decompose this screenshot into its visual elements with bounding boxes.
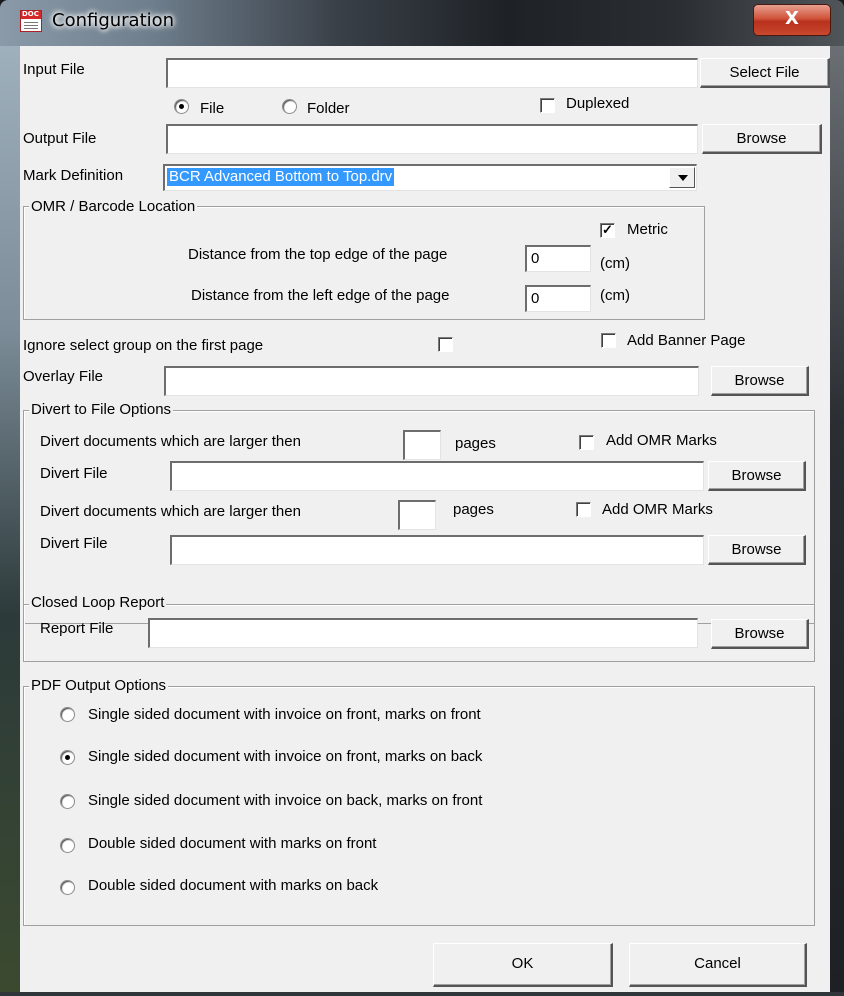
folder-radio-label: Folder [307,100,350,117]
ignore-select-checkbox[interactable] [438,337,453,352]
divert-larger-label-2: Divert documents which are larger then [40,503,301,520]
metric-label: Metric [627,221,668,238]
mark-definition-label: Mark Definition [23,167,124,184]
add-banner-label: Add Banner Page [627,332,746,349]
pdf-option-label-3: Single sided document with invoice on ba… [88,792,483,809]
duplexed-label: Duplexed [566,95,630,112]
add-banner-checkbox[interactable] [601,333,616,348]
window-frame-bottom [0,992,844,996]
left-unit-label: (cm) [600,287,630,304]
divert-pages-field-2[interactable] [398,500,436,530]
ignore-select-label: Ignore select group on the first page [23,337,264,354]
divert-file-label-1: Divert File [40,465,108,482]
pdf-option-radio-3[interactable] [60,794,75,809]
document-app-icon: DOC [20,10,42,32]
divert-omr-checkbox-2[interactable] [576,502,591,517]
top-distance-field[interactable]: 0 [525,245,591,272]
overlay-file-label: Overlay File [23,368,104,385]
select-file-button[interactable]: Select File [700,58,830,88]
mark-definition-value: BCR Advanced Bottom to Top.drv [167,168,395,186]
metric-checkbox[interactable]: ✓ [600,223,615,238]
divert-browse-button-1[interactable]: Browse [708,461,806,491]
closed-loop-legend: Closed Loop Report [29,594,167,612]
pdf-option-radio-4[interactable] [60,838,75,853]
divert-omr-label-2: Add OMR Marks [602,501,713,518]
window-title: Configuration [52,10,175,31]
title-bar[interactable]: DOC Configuration X [0,0,844,46]
divert-file-field-1[interactable] [170,461,704,491]
window-frame-right [830,46,844,996]
pdf-option-label-4: Double sided document with marks on fron… [88,835,377,852]
report-file-label: Report File [40,620,114,637]
divert-file-label-2: Divert File [40,535,108,552]
output-file-field[interactable] [166,124,698,154]
pdf-option-label-5: Double sided document with marks on back [88,877,379,894]
output-browse-button[interactable]: Browse [702,124,822,154]
top-distance-label: Distance from the top edge of the page [188,246,448,263]
divert-options-legend: Divert to File Options [29,401,174,419]
pdf-option-radio-2[interactable] [60,750,75,765]
input-file-field[interactable] [166,58,698,88]
pdf-options-legend: PDF Output Options [29,677,169,695]
dialog-body: Input File Select File File Folder Duple… [20,46,830,992]
mark-definition-dropdown[interactable]: BCR Advanced Bottom to Top.drv [163,164,697,191]
omr-barcode-legend: OMR / Barcode Location [29,198,198,216]
close-button[interactable]: X [753,4,831,36]
close-icon: X [785,8,799,29]
checkmark-icon: ✓ [602,222,613,237]
file-radio[interactable] [174,99,189,114]
file-radio-label: File [200,100,225,117]
divert-pages-label-2: pages [453,501,494,518]
top-unit-label: (cm) [600,255,630,272]
divert-pages-label-1: pages [455,435,496,452]
duplexed-checkbox[interactable] [540,98,555,113]
pdf-option-label-1: Single sided document with invoice on fr… [88,706,481,723]
overlay-file-field[interactable] [164,366,699,396]
overlay-browse-button[interactable]: Browse [711,366,809,396]
folder-radio[interactable] [282,99,297,114]
divert-omr-label-1: Add OMR Marks [606,432,717,449]
output-file-label: Output File [23,130,97,147]
report-file-field[interactable] [148,618,698,648]
divert-larger-label-1: Divert documents which are larger then [40,433,301,450]
left-distance-label: Distance from the left edge of the page [191,287,450,304]
divert-pages-field-1[interactable] [403,430,441,460]
ok-button[interactable]: OK [433,943,613,987]
divert-file-field-2[interactable] [170,535,704,565]
window-frame-left [0,46,20,996]
divert-omr-checkbox-1[interactable] [579,435,594,450]
pdf-option-radio-1[interactable] [60,707,75,722]
cancel-button[interactable]: Cancel [629,943,807,987]
configuration-window: DOC Configuration X Input File Select Fi… [0,0,844,996]
report-browse-button[interactable]: Browse [711,619,809,649]
left-distance-field[interactable]: 0 [525,285,591,312]
input-file-label: Input File [23,61,85,78]
chevron-down-icon[interactable] [669,167,695,188]
pdf-option-label-2: Single sided document with invoice on fr… [88,748,483,765]
divert-browse-button-2[interactable]: Browse [708,535,806,565]
pdf-option-radio-5[interactable] [60,880,75,895]
